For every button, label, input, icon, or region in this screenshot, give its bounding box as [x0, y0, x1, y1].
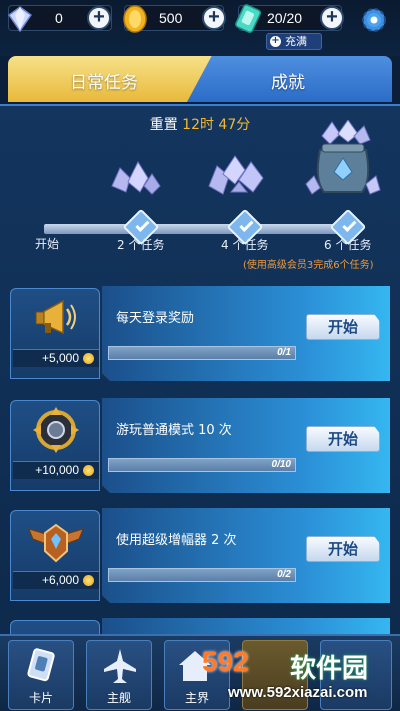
cards-icon	[27, 648, 55, 682]
crystal-bag-reward-icon[interactable]	[304, 120, 382, 200]
watermark-brand: 592	[202, 646, 249, 677]
task-reward-value: +5,000	[41, 351, 79, 365]
task-progress-bar: 0/10	[108, 458, 296, 472]
wings-badge-icon	[28, 523, 84, 563]
watermark-url: www.592xiazai.com	[228, 684, 368, 701]
tab-daily-label: 日常任务	[70, 73, 138, 93]
plus-icon: +	[270, 35, 281, 47]
add-energy-button[interactable]: +	[320, 6, 344, 30]
nav-ship-label: 主舰	[106, 691, 131, 705]
task-start-button[interactable]: 开始	[306, 314, 380, 340]
coin-icon	[83, 465, 94, 476]
task-reward: +6,000	[13, 571, 99, 589]
coin-count: 500	[159, 10, 183, 26]
tab-achievements-label: 成就	[271, 73, 305, 93]
nav-ship-button[interactable]: 主舰	[86, 640, 152, 710]
charge-full-label: 充满	[285, 35, 307, 48]
crystal-reward-small-icon[interactable]	[106, 156, 162, 196]
task-reward-value: +10,000	[35, 463, 79, 477]
nav-cards-label: 卡片	[28, 691, 53, 705]
task-progress-text: 0/1	[277, 347, 291, 358]
task-start-button[interactable]: 开始	[306, 426, 380, 452]
tab-bar: 日常任务 成就	[0, 54, 400, 104]
task-icon-box: +6,000	[10, 510, 100, 601]
coin-icon	[83, 353, 94, 364]
milestone-premium-note: (使用高级会员3完成6个任务)	[243, 260, 374, 271]
task-title: 游玩普通模式 10 次	[116, 423, 232, 438]
energy-card-icon	[235, 4, 262, 34]
task-progress-text: 0/10	[271, 459, 291, 470]
task-reward-value: +6,000	[41, 573, 79, 587]
gem-icon	[7, 6, 33, 33]
task-icon-box: +5,000	[10, 288, 100, 379]
reset-time: 12时 47分	[182, 117, 251, 133]
nav-cards-button[interactable]: 卡片	[8, 640, 74, 710]
coin-icon	[123, 5, 147, 33]
task-card: +10,000 游玩普通模式 10 次 0/10 开始	[10, 398, 390, 493]
add-coins-button[interactable]: +	[202, 6, 226, 30]
task-card: +6,000 使用超级增幅器 2 次 0/2 开始	[10, 508, 390, 603]
task-reward: +10,000	[13, 461, 99, 479]
milestone-progress-track	[44, 224, 360, 234]
milestone-start-label: 开始	[35, 237, 60, 251]
energy-count: 20/20	[267, 10, 303, 26]
task-progress-bar: 0/1	[108, 346, 296, 360]
settings-gear-icon[interactable]	[359, 5, 389, 35]
task-card: +5,000 每天登录奖励 0/1 开始	[10, 286, 390, 381]
milestone-label: 4 个任务	[221, 238, 269, 252]
task-panel: 重置 12时 47分 开始 2 个任务 4 个任务 6 个任务 (使用高级会员3…	[0, 104, 400, 636]
gem-count: 0	[55, 10, 63, 26]
reset-label: 重置	[149, 117, 178, 133]
task-title: 使用超级增幅器 2 次	[116, 533, 237, 548]
task-icon-box: +10,000	[10, 400, 100, 491]
milestone-label: 6 个任务	[324, 238, 372, 252]
top-resource-bar: 0 + 500 + 20/20 + + 充满	[0, 0, 400, 56]
jet-icon	[104, 649, 136, 683]
task-start-button[interactable]: 开始	[306, 536, 380, 562]
crystal-reward-medium-icon[interactable]	[205, 152, 269, 198]
task-title: 每天登录奖励	[116, 311, 195, 326]
megaphone-icon	[35, 299, 76, 335]
task-progress-text: 0/2	[277, 569, 291, 580]
tab-achievements[interactable]: 成就	[187, 56, 392, 102]
charge-full-button[interactable]: + 充满	[266, 33, 322, 50]
watermark-cn: 软件园	[290, 654, 369, 684]
watermark: 592 软件园 www.592xiazai.com	[190, 646, 400, 706]
add-gems-button[interactable]: +	[87, 6, 111, 30]
tab-daily-tasks[interactable]: 日常任务	[8, 56, 213, 102]
task-progress-bar: 0/2	[108, 568, 296, 582]
orb-icon	[33, 407, 79, 453]
task-reward: +5,000	[13, 349, 99, 367]
coin-icon	[83, 575, 94, 586]
milestone-label: 2 个任务	[117, 238, 165, 252]
